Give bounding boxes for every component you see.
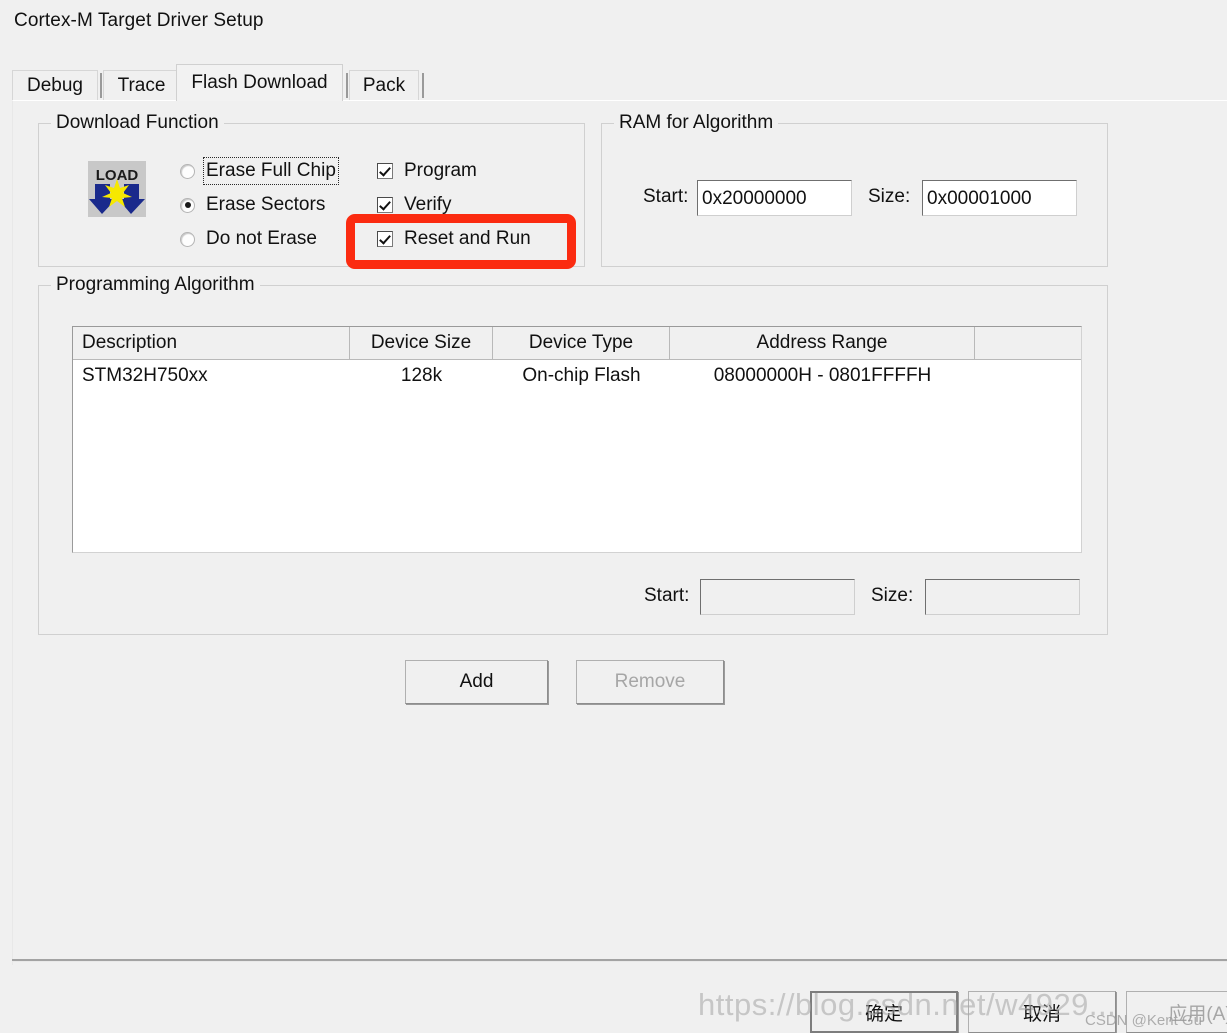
checkbox-reset-and-run[interactable]: Reset and Run bbox=[377, 225, 531, 253]
checkbox-label-verify: Verify bbox=[404, 194, 452, 215]
tab-strip: Debug Trace Flash Download Pack bbox=[12, 64, 1227, 101]
radio-label-do-not-erase: Do not Erase bbox=[206, 228, 317, 249]
cell-description: STM32H750xx bbox=[82, 365, 208, 386]
radio-mark-erase-sectors bbox=[180, 197, 195, 213]
cell-address-range: 08000000H - 0801FFFFH bbox=[713, 365, 932, 386]
tab-debug[interactable]: Debug bbox=[12, 70, 98, 100]
ram-size-input[interactable]: 0x00001000 bbox=[922, 180, 1077, 216]
tab-page-bottom-separator bbox=[12, 959, 1227, 961]
checkbox-verify[interactable]: Verify bbox=[377, 191, 452, 219]
check-mark-program bbox=[377, 163, 393, 179]
ram-size-label: Size: bbox=[868, 186, 911, 207]
programming-algorithm-caption: Programming Algorithm bbox=[51, 274, 260, 296]
tab-separator-4 bbox=[422, 73, 424, 98]
tab-flash-download[interactable]: Flash Download bbox=[176, 64, 343, 101]
radio-erase-sectors[interactable]: Erase Sectors bbox=[180, 191, 325, 219]
cancel-button[interactable]: 取消 bbox=[968, 991, 1116, 1033]
table-header-blank[interactable] bbox=[975, 327, 1081, 359]
ram-for-algorithm-group: RAM for Algorithm Start: 0x20000000 Size… bbox=[601, 112, 1108, 267]
algorithm-start-label: Start: bbox=[644, 585, 690, 606]
checkbox-program[interactable]: Program bbox=[377, 157, 477, 185]
load-icon: LOAD bbox=[88, 161, 146, 217]
cell-device-size: 128k bbox=[400, 365, 443, 386]
programming-algorithm-table[interactable]: Description Device Size Device Type Addr… bbox=[72, 326, 1082, 553]
cell-blank bbox=[975, 360, 1081, 392]
radio-do-not-erase[interactable]: Do not Erase bbox=[180, 225, 317, 253]
ram-start-label: Start: bbox=[643, 186, 689, 207]
add-button[interactable]: Add bbox=[405, 660, 548, 704]
window-title: Cortex-M Target Driver Setup bbox=[14, 10, 264, 31]
check-mark-reset-and-run bbox=[377, 231, 393, 247]
tab-pack[interactable]: Pack bbox=[349, 70, 419, 100]
remove-button[interactable]: Remove bbox=[576, 660, 724, 704]
ram-start-input[interactable]: 0x20000000 bbox=[697, 180, 852, 216]
table-header-description[interactable]: Description bbox=[73, 327, 350, 359]
tab-page-flash-download: Download Function LOAD Erase Full Chip E… bbox=[12, 100, 1227, 965]
download-function-caption: Download Function bbox=[51, 112, 224, 134]
radio-label-erase-sectors: Erase Sectors bbox=[206, 194, 326, 215]
apply-button[interactable]: 应用(A) bbox=[1126, 991, 1227, 1033]
checkbox-label-reset-and-run: Reset and Run bbox=[404, 228, 531, 249]
tab-separator-1 bbox=[100, 73, 102, 98]
radio-erase-full-chip[interactable]: Erase Full Chip bbox=[180, 157, 339, 185]
table-header-device-size[interactable]: Device Size bbox=[350, 327, 493, 359]
ram-for-algorithm-caption: RAM for Algorithm bbox=[614, 112, 779, 134]
table-row[interactable]: STM32H750xx 128k On-chip Flash 08000000H… bbox=[73, 360, 1081, 392]
radio-mark-do-not-erase bbox=[180, 231, 195, 247]
programming-algorithm-group: Programming Algorithm Description Device… bbox=[38, 274, 1108, 635]
check-mark-verify bbox=[377, 197, 393, 213]
ok-button[interactable]: 确定 bbox=[810, 991, 958, 1033]
algorithm-size-label: Size: bbox=[871, 585, 914, 606]
cell-device-type: On-chip Flash bbox=[522, 365, 641, 386]
table-header-device-type[interactable]: Device Type bbox=[493, 327, 670, 359]
table-header-address-range[interactable]: Address Range bbox=[670, 327, 975, 359]
radio-mark-erase-full-chip bbox=[180, 163, 195, 179]
tab-separator-3 bbox=[346, 73, 348, 98]
algorithm-start-input[interactable] bbox=[700, 579, 855, 615]
table-header-row: Description Device Size Device Type Addr… bbox=[73, 327, 1081, 360]
download-function-group: Download Function LOAD Erase Full Chip E… bbox=[38, 112, 585, 267]
checkbox-label-program: Program bbox=[404, 160, 477, 181]
algorithm-size-input[interactable] bbox=[925, 579, 1080, 615]
radio-label-erase-full-chip: Erase Full Chip bbox=[203, 157, 339, 185]
tab-trace[interactable]: Trace bbox=[103, 70, 180, 100]
